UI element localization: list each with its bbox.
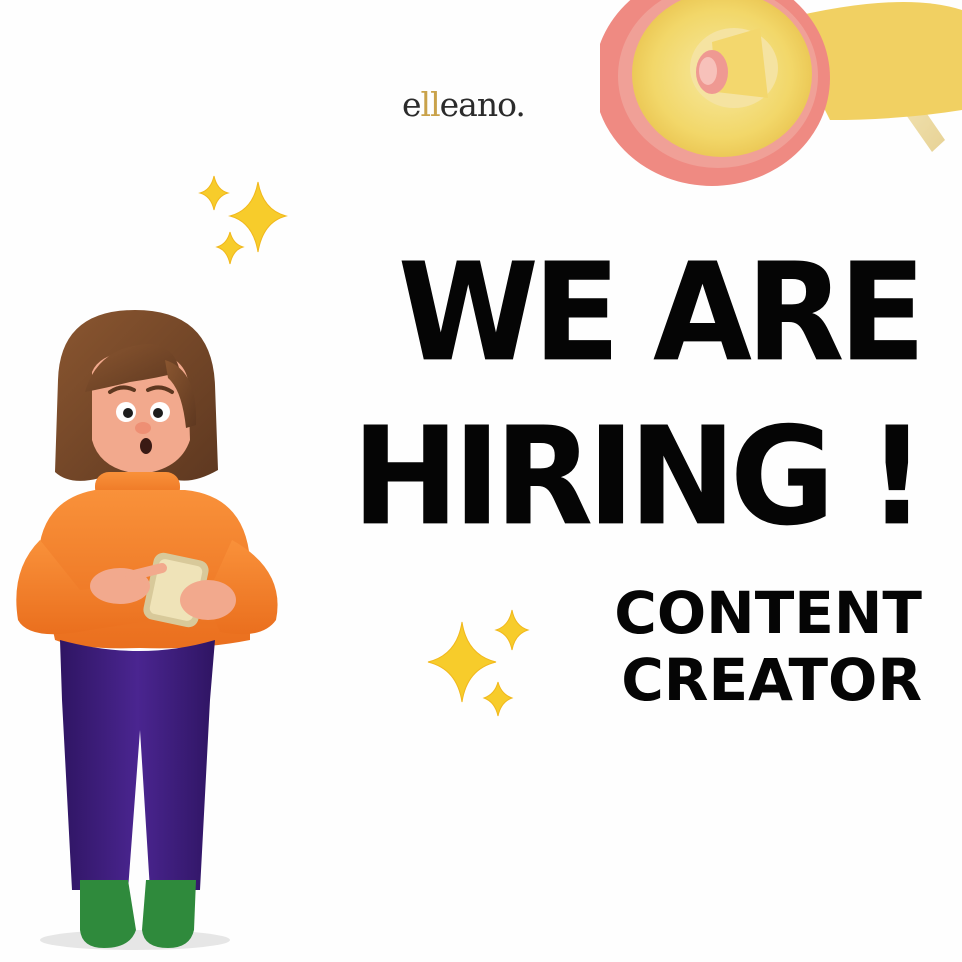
megaphone-icon xyxy=(600,0,962,186)
logo-text-start: e xyxy=(402,85,422,124)
logo-text-end: eano. xyxy=(439,85,526,124)
character-illustration xyxy=(16,310,278,950)
logo-text-accent: ll xyxy=(420,85,441,124)
hiring-poster: elleano. WE ARE HIRING ! CONTENT CREATOR xyxy=(0,0,962,962)
headline-line-2: HIRING ! xyxy=(351,398,926,557)
headline-line-1: WE ARE xyxy=(397,234,926,393)
job-title-line-1: CONTENT xyxy=(614,579,922,647)
sparkles-icon xyxy=(198,175,288,265)
job-title-line-2: CREATOR xyxy=(621,646,922,714)
sparkles-icon xyxy=(427,609,530,717)
brand-logo: elleano. xyxy=(402,82,552,128)
